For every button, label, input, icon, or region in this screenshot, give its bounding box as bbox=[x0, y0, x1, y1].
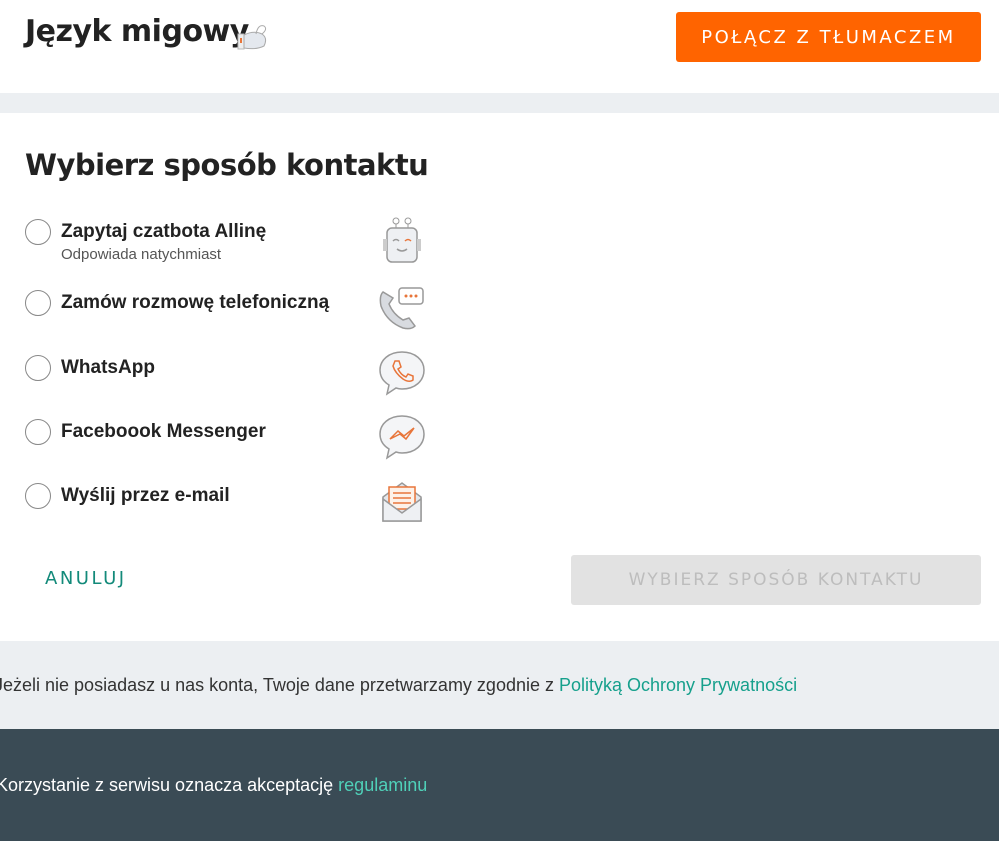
footer: Korzystanie z serwisu oznacza akceptację… bbox=[0, 729, 999, 841]
radio-button[interactable] bbox=[25, 419, 51, 445]
connect-interpreter-button[interactable]: POŁĄCZ Z TŁUMACZEM bbox=[676, 12, 981, 62]
divider bbox=[0, 93, 999, 113]
cancel-button[interactable]: ANULUJ bbox=[45, 568, 127, 589]
option-label: Zamów rozmowę telefoniczną bbox=[61, 292, 330, 313]
privacy-notice: Jeżeli nie posiadasz u nas konta, Twoje … bbox=[0, 641, 999, 729]
sign-language-hand-icon bbox=[237, 25, 267, 50]
option-label: WhatsApp bbox=[61, 357, 155, 378]
option-phone[interactable]: Zamów rozmowę telefoniczną bbox=[25, 287, 445, 340]
radio-button[interactable] bbox=[25, 483, 51, 509]
option-label: Wyślij przez e-mail bbox=[61, 485, 230, 506]
messenger-icon bbox=[379, 415, 425, 460]
terms-link[interactable]: regulaminu bbox=[338, 775, 427, 795]
header: Język migowy POŁĄCZ Z TŁUMACZEM bbox=[0, 0, 999, 93]
submit-contact-button[interactable]: WYBIERZ SPOSÓB KONTAKTU bbox=[571, 555, 981, 605]
page-title: Język migowy bbox=[25, 14, 249, 49]
radio-button[interactable] bbox=[25, 219, 51, 245]
whatsapp-icon bbox=[379, 351, 425, 396]
footer-text: Korzystanie z serwisu oznacza akceptację bbox=[0, 775, 339, 795]
option-chatbot[interactable]: Zapytaj czatbota Allinę Odpowiada natych… bbox=[25, 217, 445, 269]
privacy-text: Jeżeli nie posiadasz u nas konta, Twoje … bbox=[0, 675, 559, 695]
phone-callback-icon bbox=[379, 287, 424, 330]
option-messenger[interactable]: Faceboook Messenger bbox=[25, 415, 445, 469]
section-title: Wybierz sposób kontaktu bbox=[25, 148, 429, 182]
option-email[interactable]: Wyślij przez e-mail bbox=[25, 482, 445, 533]
email-icon bbox=[382, 482, 422, 522]
radio-button[interactable] bbox=[25, 355, 51, 381]
option-whatsapp[interactable]: WhatsApp bbox=[25, 351, 445, 405]
chatbot-robot-icon bbox=[383, 217, 421, 263]
radio-button[interactable] bbox=[25, 290, 51, 316]
option-label: Faceboook Messenger bbox=[61, 421, 266, 442]
option-sublabel: Odpowiada natychmiast bbox=[61, 246, 222, 263]
option-label: Zapytaj czatbota Allinę bbox=[61, 221, 267, 242]
privacy-policy-link[interactable]: Polityką Ochrony Prywatności bbox=[559, 675, 797, 695]
